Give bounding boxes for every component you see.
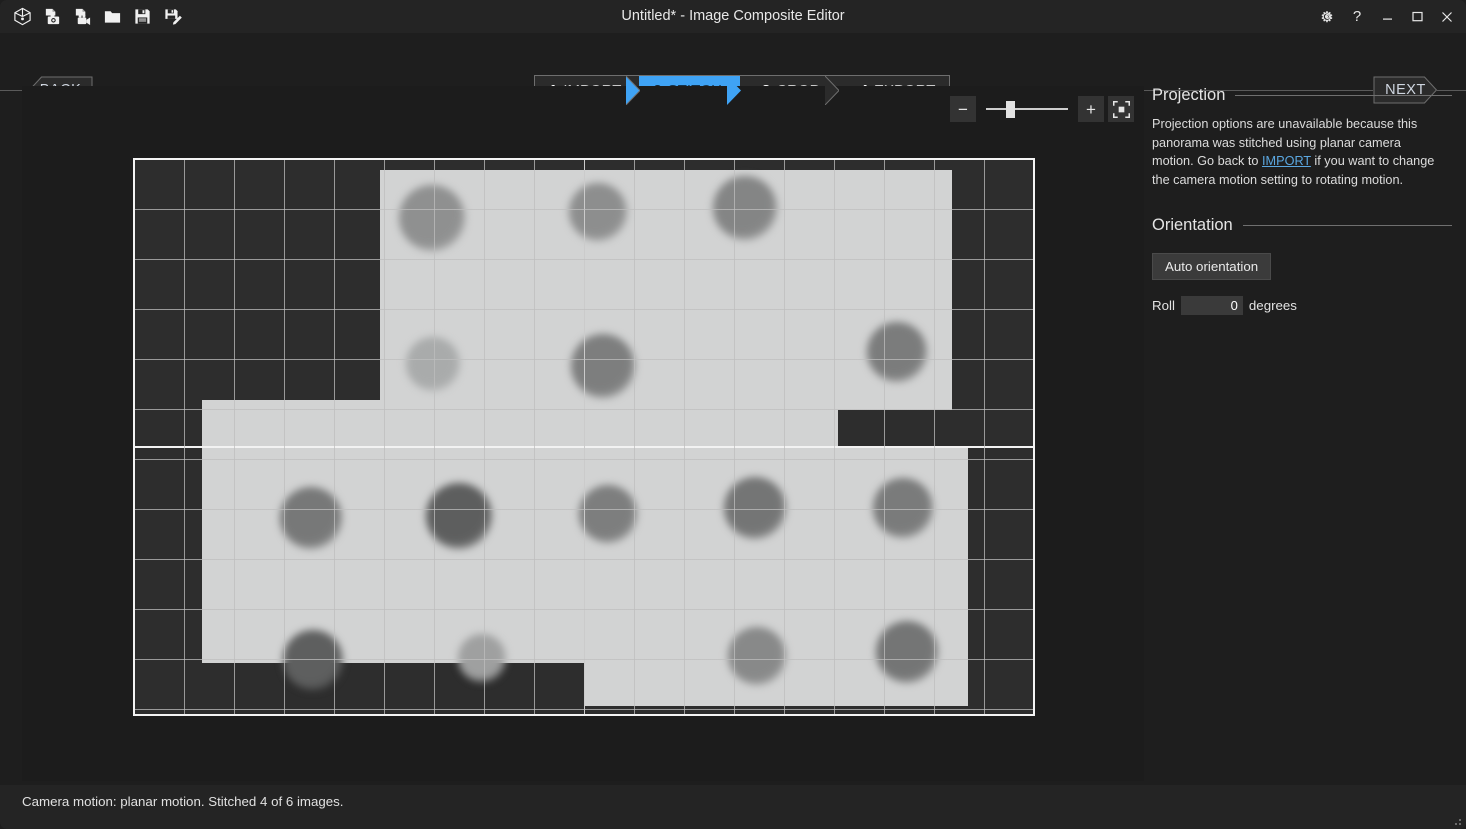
panorama-feature-blob xyxy=(280,487,342,549)
fit-to-window-icon[interactable] xyxy=(1108,96,1134,122)
roll-units-label: degrees xyxy=(1249,298,1297,313)
resize-grip[interactable] xyxy=(1449,813,1461,825)
zoom-slider-track xyxy=(986,108,1068,110)
panorama-feature-blob xyxy=(867,322,927,382)
projection-section-header: Projection xyxy=(1152,86,1452,105)
panorama-feature-blob xyxy=(876,621,938,683)
panorama-feature-blob xyxy=(728,627,786,685)
zoom-out-button[interactable]: − xyxy=(950,96,976,122)
panorama-feature-blob xyxy=(569,183,627,241)
projection-heading: Projection xyxy=(1152,86,1225,105)
panorama-feature-blob xyxy=(713,176,777,240)
panorama-plate xyxy=(202,400,838,448)
status-bar: Camera motion: planar motion. Stitched 4… xyxy=(0,785,1466,829)
app-logo-icon[interactable] xyxy=(8,3,36,31)
roll-input[interactable] xyxy=(1181,296,1243,315)
panorama-feature-blob xyxy=(571,334,635,398)
panorama-plate xyxy=(380,170,952,410)
title-bar: Untitled* - Image Composite Editor ⚙ ? xyxy=(0,0,1466,33)
maximize-icon[interactable] xyxy=(1402,2,1432,32)
panorama-feature-blob xyxy=(426,483,492,549)
import-link[interactable]: IMPORT xyxy=(1262,154,1311,168)
panorama-feature-blob xyxy=(283,630,343,690)
save-as-icon[interactable] xyxy=(158,3,186,31)
settings-icon[interactable]: ⚙ xyxy=(1312,2,1342,32)
zoom-in-button[interactable]: + xyxy=(1078,96,1104,122)
panorama-feature-blob xyxy=(579,485,637,543)
close-icon[interactable] xyxy=(1432,2,1462,32)
zoom-slider-thumb[interactable] xyxy=(1006,101,1015,118)
wizard-bar: BACK NEXT 1 IMPORT 2 STITCH 3 CROP xyxy=(0,33,1466,80)
orientation-heading: Orientation xyxy=(1152,216,1233,235)
panorama-feature-blob xyxy=(406,337,460,391)
panorama-feature-blob xyxy=(873,478,933,538)
zoom-slider[interactable] xyxy=(986,96,1068,122)
window-controls: ⚙ ? xyxy=(1312,0,1462,33)
help-icon[interactable]: ? xyxy=(1342,2,1372,32)
new-panorama-from-video-icon[interactable] xyxy=(68,3,96,31)
panorama-viewport[interactable] xyxy=(133,158,1035,716)
open-icon[interactable] xyxy=(98,3,126,31)
save-icon[interactable] xyxy=(128,3,156,31)
projection-heading-rule xyxy=(1235,95,1452,96)
panorama-content xyxy=(135,160,1033,714)
panorama-plate xyxy=(202,628,585,663)
minimize-icon[interactable] xyxy=(1372,2,1402,32)
roll-row: Roll degrees xyxy=(1152,296,1452,315)
auto-orientation-button[interactable]: Auto orientation xyxy=(1152,253,1271,280)
status-text: Camera motion: planar motion. Stitched 4… xyxy=(22,794,344,809)
new-panorama-from-images-icon[interactable] xyxy=(38,3,66,31)
panorama-feature-blob xyxy=(458,634,506,682)
canvas-area[interactable]: − + xyxy=(22,86,1144,781)
zoom-controls: − + xyxy=(950,96,1134,122)
window-title: Untitled* - Image Composite Editor xyxy=(0,0,1466,33)
panorama-feature-blob xyxy=(724,477,786,539)
orientation-heading-rule xyxy=(1243,225,1452,226)
roll-label: Roll xyxy=(1152,298,1175,313)
toolbar xyxy=(8,0,186,33)
side-panel: Projection Projection options are unavai… xyxy=(1152,86,1452,781)
panorama-feature-blob xyxy=(399,185,465,251)
projection-description: Projection options are unavailable becau… xyxy=(1152,115,1440,190)
orientation-section-header: Orientation xyxy=(1152,216,1452,235)
